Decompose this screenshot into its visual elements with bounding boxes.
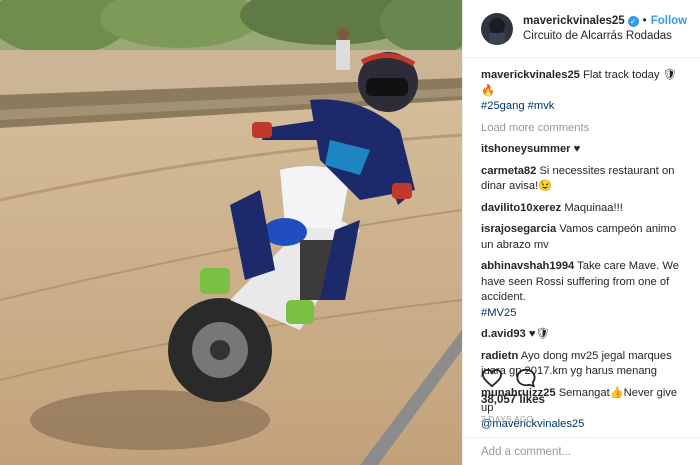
comment-bubble-icon[interactable] [515,368,537,388]
post-header-text: maverickvinales25 ✓ • Follow Circuito de… [523,14,687,44]
caption-text: Flat track today [579,69,660,81]
comment-username[interactable]: davilito10xerez [481,202,561,214]
comment-item: itshoneysummer ♥ [481,142,690,158]
flat-track-rider-image [0,0,462,465]
verified-badge-icon: ✓ [627,15,639,27]
follow-button[interactable]: Follow [651,14,687,29]
post-sidebar: maverickvinales25 ✓ • Follow Circuito de… [462,0,700,465]
comment-item: carmeta82 Si necessites restaurant on di… [481,164,690,195]
load-more-comments-button[interactable]: Load more comments [481,121,690,137]
header-row: maverickvinales25 ✓ • Follow [523,14,687,29]
post-photo[interactable] [0,0,462,465]
heart-icon[interactable] [481,368,503,388]
instagram-post: maverickvinales25 ✓ • Follow Circuito de… [0,0,700,465]
comment-item: israjosegarcia Vamos campeón animo un ab… [481,222,690,253]
comment-username[interactable]: itshoneysummer [481,143,571,155]
action-bar [481,368,537,388]
comment-item: d.avid93 ♥🛡 [481,327,690,343]
comment-username[interactable]: carmeta82 [481,165,536,177]
comment-text: ♥🛡 [525,328,550,340]
caption: maverickvinales25 Flat track today 🛡🔥 #2… [481,68,690,115]
comment-item: davilito10xerez Maquinaa!!! [481,201,690,217]
post-timestamp: 2 DAYS AGO [481,415,534,424]
comment-username[interactable]: radietn [481,350,518,362]
comment-text: Maquinaa!!! [561,201,623,214]
caption-hashtags[interactable]: #25gang #mvk [481,100,554,112]
comment-username[interactable]: israjosegarcia [481,223,556,235]
header-username[interactable]: maverickvinales25 [523,14,625,29]
avatar[interactable] [481,12,513,45]
likes-count[interactable]: 38,057 likes [481,394,545,406]
caption-username[interactable]: maverickvinales25 [481,69,580,81]
location-link[interactable]: Circuito de Alcarrás Rodadas [523,29,687,44]
comment-text: ♥ [570,143,581,155]
comment-item: munahruizz25 Semangat👍Never give up @mav… [481,386,690,433]
comment-username[interactable]: abhinavshah1994 [481,260,574,272]
comment-username[interactable]: d.avid93 [481,328,526,340]
comment-item: abhinavshah1994 Take care Mave. We have … [481,259,690,321]
comment-hashtag[interactable]: #MV25 [481,307,516,319]
post-header: maverickvinales25 ✓ • Follow Circuito de… [463,0,700,58]
avatar-image [481,12,513,45]
add-comment-input[interactable]: Add a comment... [463,437,700,465]
separator-dot: • [642,14,647,27]
comment-emoji: 😉 [538,180,553,192]
